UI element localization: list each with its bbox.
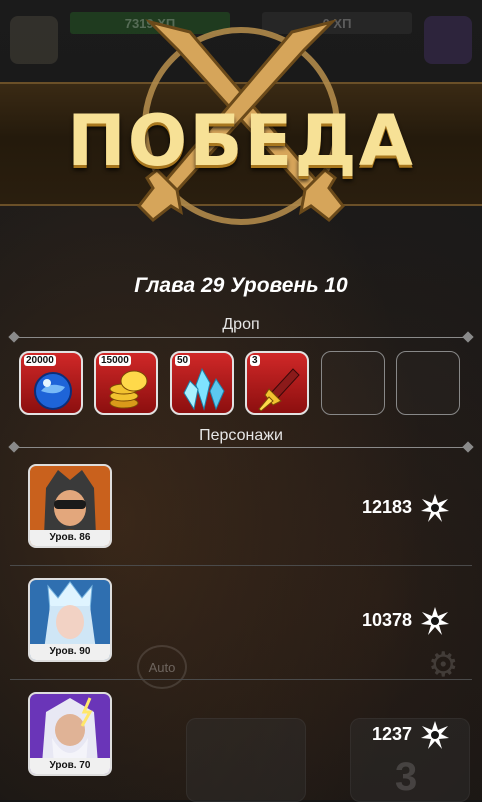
crystals-icon (183, 367, 225, 411)
storm-god-avatar (42, 697, 98, 764)
hero-row: Уров. 70 1237 (0, 686, 482, 796)
dagger-icon (258, 368, 300, 412)
hooded-rogue-avatar (44, 470, 96, 536)
hero-damage: 10378 (361, 610, 412, 630)
drop-slot-empty (396, 351, 460, 415)
hero-level: Уров. 70 (30, 758, 110, 774)
drop-item-dagger[interactable]: 3 (245, 351, 309, 415)
ice-queen-avatar (44, 581, 96, 650)
damage-burst-icon (421, 721, 449, 749)
hero-row: Уров. 86 12183 (0, 460, 482, 570)
hero-separator (10, 679, 472, 680)
hero-row: Уров. 90 10378 (0, 572, 482, 682)
damage-burst-icon (421, 494, 449, 522)
hero-portrait-ice-queen[interactable]: Уров. 90 (28, 578, 112, 662)
heroes-label: Персонажи (199, 427, 283, 444)
victory-title: ПОБЕДА (67, 100, 415, 182)
drop-item-coins[interactable]: 15000 (94, 351, 158, 415)
drop-slot-empty (321, 351, 385, 415)
drop-item-crystals[interactable]: 50 (170, 351, 234, 415)
enemy-avatar (424, 16, 472, 64)
hero-separator (10, 565, 472, 566)
drop-item-orb[interactable]: 20000 (19, 351, 83, 415)
hero-level: Уров. 90 (30, 644, 110, 660)
hero-damage: 12183 (361, 497, 412, 517)
damage-burst-icon (421, 607, 449, 635)
hero-portrait-rogue[interactable]: Уров. 86 (28, 464, 112, 548)
player-avatar (10, 16, 58, 64)
blue-orb-icon (34, 372, 72, 410)
hero-damage: 1237 (371, 724, 412, 744)
gold-coins-icon (109, 370, 148, 409)
hero-portrait-storm-god[interactable]: Уров. 70 (28, 692, 112, 776)
hero-level: Уров. 86 (30, 530, 110, 546)
drop-label: Дроп (222, 316, 260, 333)
level-title: Глава 29 Уровень 10 (134, 274, 348, 297)
